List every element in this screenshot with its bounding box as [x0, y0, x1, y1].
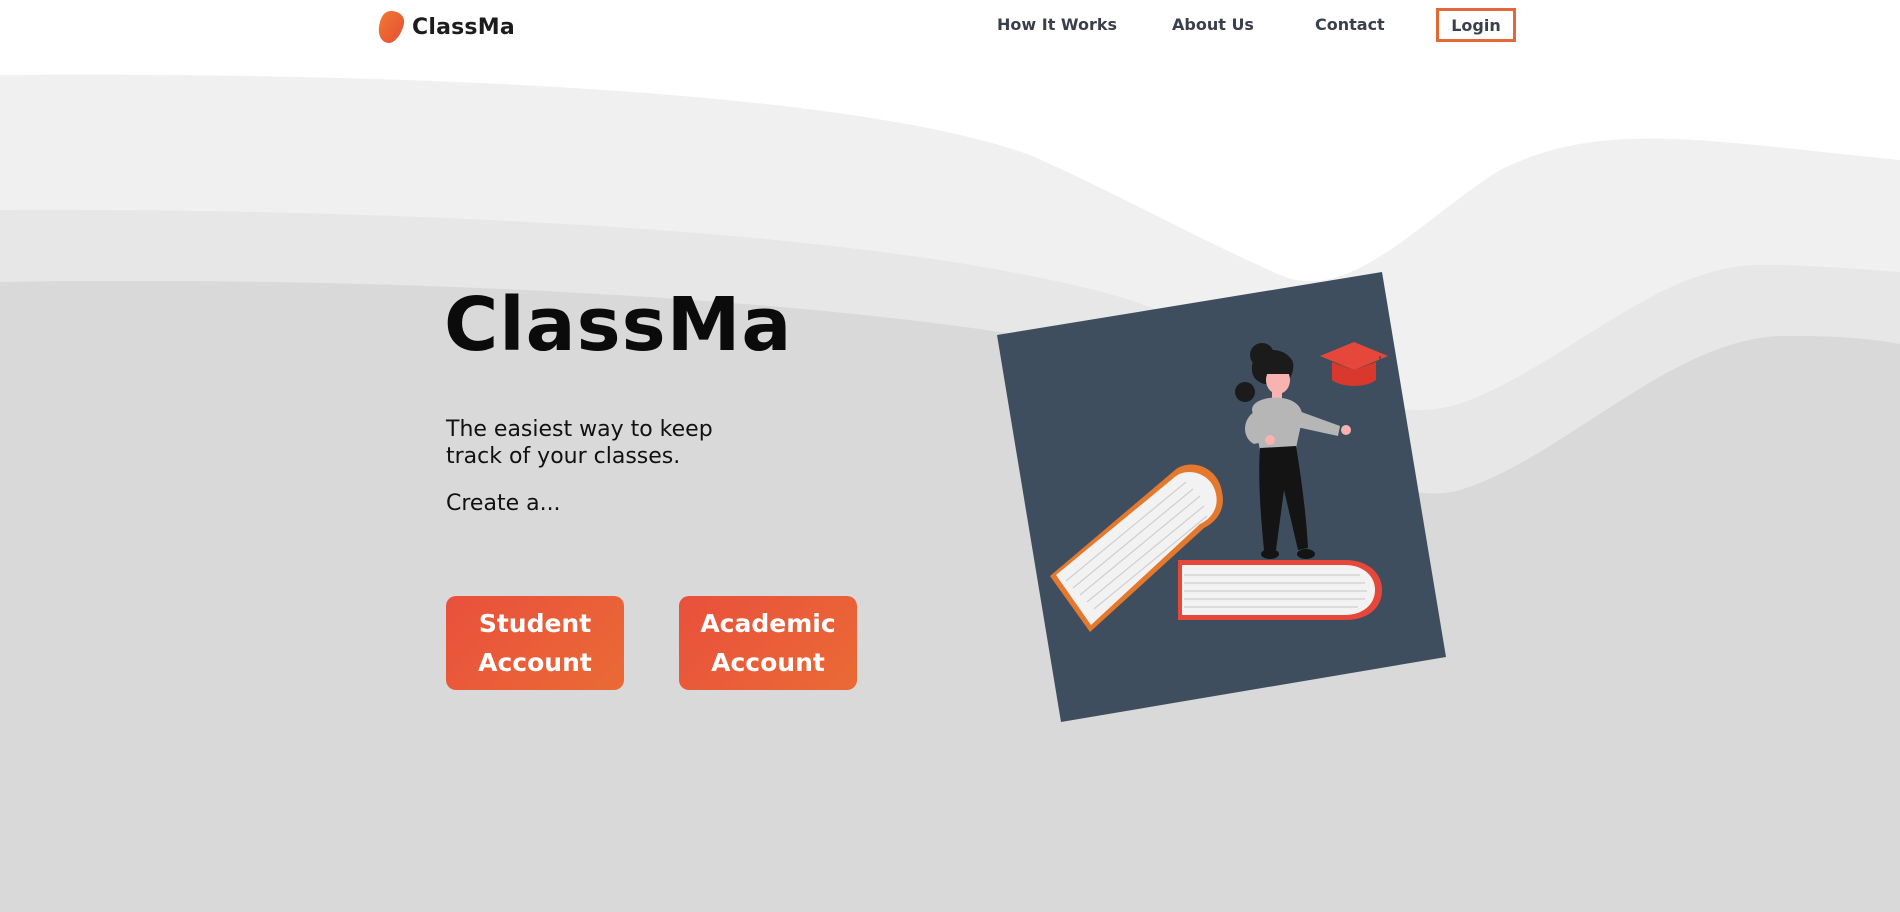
- create-prompt: Create a...: [446, 491, 561, 516]
- hero-tagline: The easiest way to keep track of your cl…: [446, 417, 713, 469]
- student-account-button[interactable]: Student Account: [446, 596, 624, 690]
- flat-book-icon: [1178, 560, 1382, 620]
- academic-button-line-2: Account: [711, 648, 825, 677]
- student-button-line-2: Account: [478, 648, 592, 677]
- top-navbar: ClassMa How It Works About Us Contact Lo…: [0, 0, 1900, 56]
- hero-title: ClassMa: [444, 282, 793, 368]
- nav-link-how-it-works[interactable]: How It Works: [997, 15, 1117, 34]
- brand-name: ClassMa: [412, 14, 515, 40]
- hero-section: ClassMa The easiest way to keep track of…: [0, 0, 1900, 912]
- woman-on-books-illustration: [997, 272, 1446, 722]
- orange-blob-logo-icon: [378, 11, 405, 43]
- academic-button-line-1: Academic: [700, 609, 836, 638]
- login-button[interactable]: Login: [1436, 8, 1516, 42]
- brand-link[interactable]: ClassMa: [376, 10, 515, 44]
- academic-account-button[interactable]: Academic Account: [679, 596, 857, 690]
- nav-link-contact[interactable]: Contact: [1315, 15, 1385, 34]
- nav-link-about-us[interactable]: About Us: [1172, 15, 1254, 34]
- student-button-line-1: Student: [478, 609, 592, 638]
